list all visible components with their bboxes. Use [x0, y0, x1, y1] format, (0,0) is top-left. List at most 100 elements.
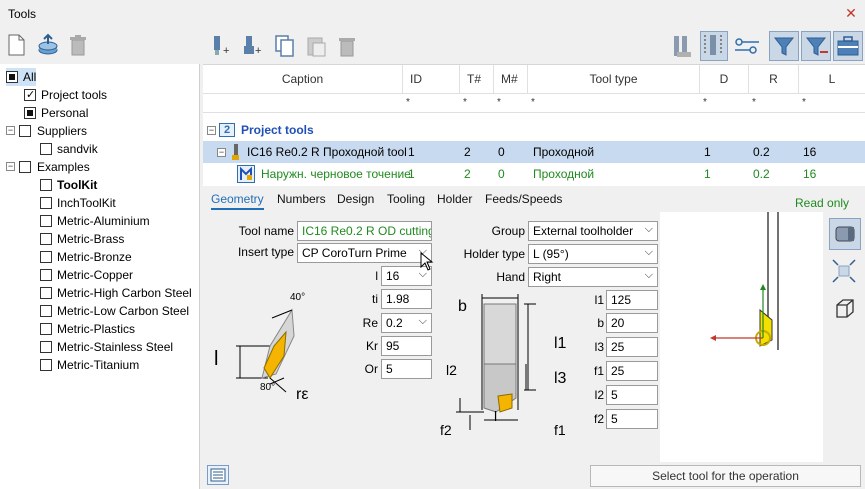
tree-item[interactable]: Metric-Titanium — [40, 356, 200, 374]
l2-field[interactable]: 5 — [606, 385, 658, 405]
or-field[interactable]: 5 — [381, 359, 432, 379]
tree-checkbox[interactable] — [24, 107, 36, 119]
tree-checkbox[interactable] — [6, 71, 18, 83]
tree-checkbox[interactable] — [40, 233, 52, 245]
filter-icon[interactable] — [769, 31, 799, 61]
tree-checkbox[interactable] — [19, 125, 31, 137]
tree-item[interactable]: − Suppliers — [6, 122, 166, 140]
tree-checkbox[interactable] — [24, 86, 36, 104]
delete-icon[interactable] — [68, 33, 92, 59]
filter-id[interactable]: * — [406, 97, 410, 108]
tree-item[interactable]: − Examples — [6, 158, 166, 176]
column-t-number[interactable]: T# — [460, 65, 494, 93]
filter-t-number[interactable]: * — [463, 97, 467, 108]
kr-field[interactable]: 95 — [381, 336, 432, 356]
tree-checkbox[interactable] — [40, 179, 52, 191]
copy-icon[interactable] — [273, 34, 297, 60]
add-holder-icon[interactable]: + — [241, 34, 265, 60]
filter-settings-icon[interactable] — [801, 31, 831, 61]
column-caption[interactable]: Caption — [203, 65, 403, 93]
ti-field[interactable]: 1.98 — [381, 289, 432, 309]
tab-feeds-speeds[interactable]: Feeds/Speeds — [485, 190, 562, 210]
tree-item[interactable]: Metric-Bronze — [40, 248, 200, 266]
column-m-number[interactable]: M# — [494, 65, 528, 93]
tree-item[interactable]: sandvik — [40, 140, 200, 158]
tree-checkbox[interactable] — [40, 359, 52, 371]
tree-item[interactable]: Project tools — [24, 86, 184, 104]
tree-checkbox[interactable] — [40, 341, 52, 353]
tree-item[interactable]: All — [6, 68, 36, 86]
tree-checkbox[interactable] — [40, 305, 52, 317]
add-tool-icon[interactable]: + — [209, 34, 233, 60]
group-select[interactable]: External toolholder — [528, 221, 658, 241]
holder-type-label: Holder type — [463, 247, 525, 261]
table-row[interactable]: Наружн. черновое точение 1 2 0 Проходной… — [203, 163, 865, 185]
insert-type-select[interactable]: CP CoroTurn Prime — [297, 243, 432, 263]
tree-item[interactable]: Metric-Brass — [40, 230, 200, 248]
filter-d[interactable]: * — [703, 97, 707, 108]
collapse-icon[interactable]: − — [207, 126, 216, 135]
import-db-icon[interactable] — [36, 33, 60, 59]
tab-numbers[interactable]: Numbers — [277, 190, 326, 210]
table-row[interactable]: − IC16 Re0.2 R Проходной tool 1 2 0 Прох… — [203, 141, 865, 163]
zoom-fit-icon[interactable] — [829, 256, 861, 288]
view-cube-icon[interactable] — [829, 294, 861, 326]
filter-l[interactable]: * — [802, 97, 806, 108]
group-row[interactable]: − 2 Project tools — [203, 119, 865, 141]
collapse-icon[interactable]: − — [6, 162, 15, 171]
column-d[interactable]: D — [700, 65, 749, 93]
tree-item[interactable]: Personal — [24, 104, 184, 122]
tree-item[interactable]: ToolKit — [40, 176, 200, 194]
view-tool-icon[interactable] — [829, 218, 861, 250]
new-file-icon[interactable] — [6, 33, 30, 59]
column-r[interactable]: R — [749, 65, 799, 93]
select-tool-button[interactable]: Select tool for the operation — [590, 465, 861, 487]
collapse-icon[interactable]: − — [6, 126, 15, 135]
tab-geometry[interactable]: Geometry — [211, 190, 264, 210]
paste-icon[interactable] — [305, 34, 329, 60]
tree-checkbox[interactable] — [40, 197, 52, 209]
b-field[interactable]: 20 — [606, 313, 658, 333]
column-id[interactable]: ID — [403, 65, 460, 93]
filter-r[interactable]: * — [752, 97, 756, 108]
tree-checkbox[interactable] — [40, 287, 52, 299]
tree-item[interactable]: Metric-Aluminium — [40, 212, 200, 230]
settings-slider-icon[interactable] — [733, 34, 761, 60]
tool-3d-viewport[interactable] — [660, 212, 823, 462]
row-tool-type: Проходной — [533, 145, 595, 159]
delete-tool-icon[interactable] — [337, 34, 361, 60]
tab-tooling[interactable]: Tooling — [387, 190, 425, 210]
tree-item[interactable]: InchToolKit — [40, 194, 200, 212]
tool-name-field[interactable]: IC16 Re0.2 R OD cutting — [297, 221, 432, 241]
close-icon[interactable]: ✕ — [844, 6, 858, 20]
l3-field[interactable]: 25 — [606, 337, 658, 357]
tool-list-view-icon[interactable] — [669, 34, 693, 60]
f2-field[interactable]: 5 — [606, 409, 658, 429]
tree-checkbox[interactable] — [40, 251, 52, 263]
hand-select[interactable]: Right — [528, 267, 658, 287]
tree-item[interactable]: Metric-High Carbon Steel — [40, 284, 200, 302]
tab-holder[interactable]: Holder — [437, 190, 472, 210]
tree-checkbox[interactable] — [40, 269, 52, 281]
collapse-icon[interactable]: − — [217, 148, 226, 157]
tree-checkbox[interactable] — [19, 161, 31, 173]
tree-item[interactable]: Metric-Plastics — [40, 320, 200, 338]
filter-m-number[interactable]: * — [497, 97, 501, 108]
tree-checkbox[interactable] — [40, 323, 52, 335]
toolkit-box-icon[interactable] — [833, 31, 863, 61]
tree-item[interactable]: Metric-Copper — [40, 266, 200, 284]
column-l[interactable]: L — [799, 65, 865, 93]
tool-dimension-view-icon[interactable] — [700, 31, 728, 61]
tree-item[interactable]: Metric-Stainless Steel — [40, 338, 200, 356]
tree-item[interactable]: Metric-Low Carbon Steel — [40, 302, 200, 320]
list-icon[interactable] — [207, 465, 229, 485]
filter-tool-type[interactable]: * — [531, 97, 535, 108]
tree-checkbox[interactable] — [40, 143, 52, 155]
holder-type-select[interactable]: L (95°) — [528, 244, 658, 264]
column-tool-type[interactable]: Tool type — [528, 65, 700, 93]
tab-design[interactable]: Design — [337, 190, 374, 210]
l1-field[interactable]: 125 — [606, 290, 658, 310]
tree-checkbox[interactable] — [40, 215, 52, 227]
re-select[interactable]: 0.2 — [381, 313, 432, 333]
f1-field[interactable]: 25 — [606, 361, 658, 381]
